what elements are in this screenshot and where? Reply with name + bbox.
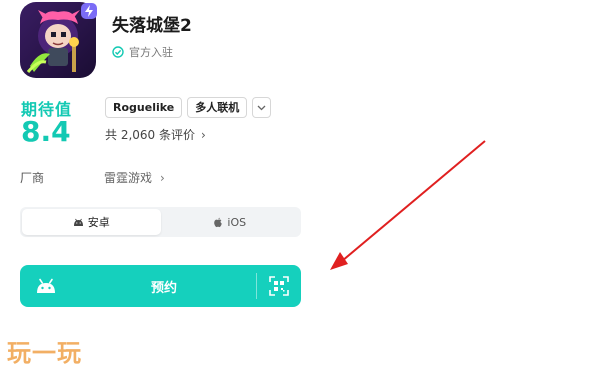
qr-code-icon xyxy=(269,276,289,296)
tags-expand-button[interactable] xyxy=(252,97,272,118)
tag-roguelike[interactable]: Roguelike xyxy=(105,97,183,118)
tag-list: Roguelike 多人联机 xyxy=(105,97,272,118)
vendor-label: 厂商 xyxy=(20,171,45,185)
android-icon xyxy=(73,218,83,226)
cta-android-area xyxy=(20,265,72,307)
check-circle-icon xyxy=(112,46,124,58)
platform-tabs: 安卓 iOS xyxy=(20,207,301,237)
reviews-link[interactable]: 共 2,060 条评价 › xyxy=(105,126,206,143)
qr-code-button[interactable] xyxy=(257,265,301,307)
tab-android[interactable]: 安卓 xyxy=(22,209,161,235)
reviews-count: 共 2,060 条评价 xyxy=(105,128,195,142)
tab-ios-label: iOS xyxy=(227,215,247,229)
vendor-name: 雷霆游戏 xyxy=(104,171,153,185)
android-icon xyxy=(37,278,55,293)
app-title: 失落城堡2 xyxy=(112,16,192,36)
tab-android-label: 安卓 xyxy=(87,216,110,229)
vendor-link[interactable]: 雷霆游戏 › xyxy=(104,169,165,186)
chevron-right-icon: › xyxy=(160,170,165,185)
reserve-label: 预约 xyxy=(150,280,177,296)
rating-value: 8.4 xyxy=(21,115,71,148)
reserve-button[interactable]: 预约 xyxy=(20,265,301,307)
tab-ios[interactable]: iOS xyxy=(161,209,300,235)
chevron-right-icon: › xyxy=(200,127,206,142)
official-badge: 官方入驻 xyxy=(112,44,173,60)
tag-multiplayer[interactable]: 多人联机 xyxy=(187,97,248,118)
lightning-badge-icon xyxy=(81,3,97,19)
official-label: 官方入驻 xyxy=(129,46,173,59)
apple-icon xyxy=(214,217,223,227)
chevron-down-icon xyxy=(257,105,266,110)
watermark: 玩一玩 xyxy=(7,339,82,365)
